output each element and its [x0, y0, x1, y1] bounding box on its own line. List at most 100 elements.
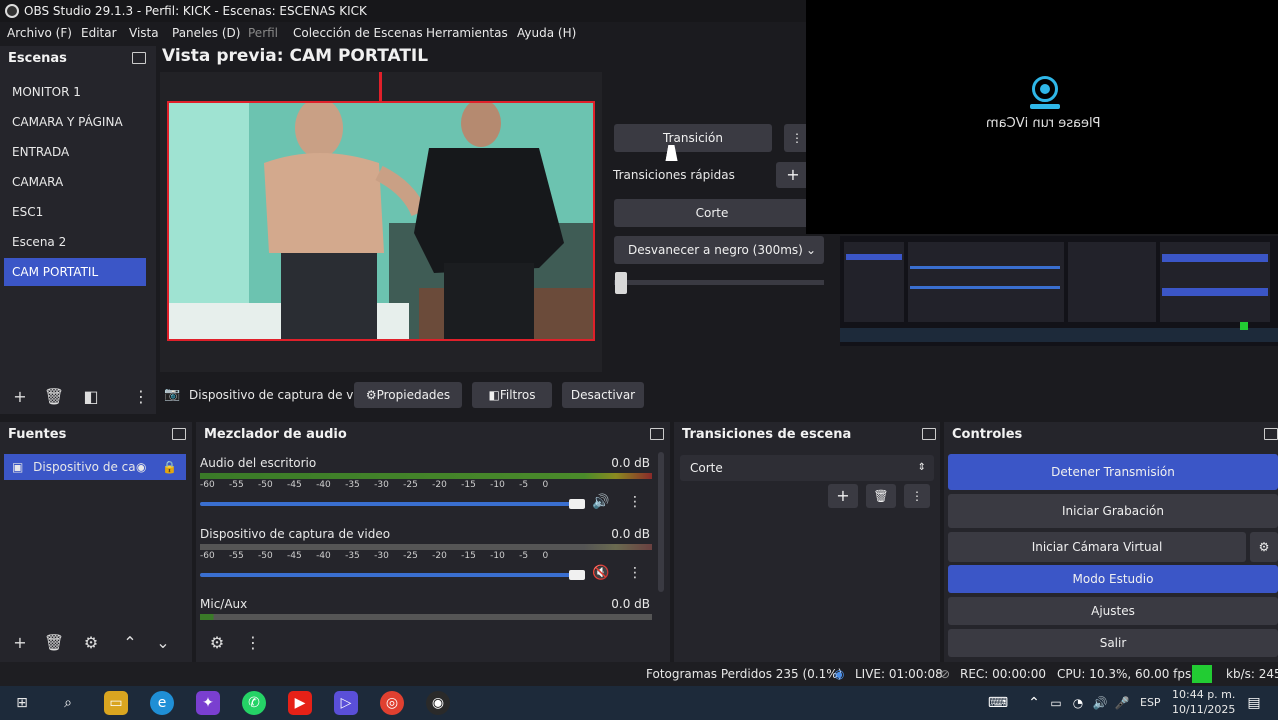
volume-slider[interactable]	[200, 573, 585, 577]
windows-start-icon[interactable]: ⊞	[10, 691, 34, 715]
speaker-muted-icon[interactable]: 🔇	[592, 565, 609, 581]
menu-editar[interactable]: Editar	[81, 22, 117, 44]
transition-select[interactable]: Corte ⇕	[680, 455, 934, 481]
app-icon[interactable]: ✦	[196, 691, 220, 715]
mixer-more-icon[interactable]: ⋮	[240, 630, 266, 656]
scene-item[interactable]: CAMARA Y PÁGINA	[4, 108, 146, 136]
settings-button[interactable]: Ajustes	[948, 597, 1278, 625]
resize-handle-top[interactable]	[379, 72, 382, 102]
audio-settings-icon[interactable]: ⚙	[204, 630, 230, 656]
scene-item-active[interactable]: CAM PORTATIL	[4, 258, 146, 286]
fade-select[interactable]: Desvanecer a negro (300ms) ⌄	[614, 236, 824, 264]
filters-button[interactable]: ◧Filtros	[472, 382, 552, 408]
quick-transitions-label: Transiciones rápidas	[613, 168, 735, 182]
status-bar: Fotogramas Perdidos 235 (0.1%) ◉ LIVE: 0…	[0, 662, 1278, 686]
file-explorer-icon[interactable]: ▭	[104, 691, 128, 715]
transition-button[interactable]: Transición	[614, 124, 772, 152]
chevron-up-icon[interactable]: ⌃	[1022, 691, 1046, 715]
delete-source-icon[interactable]: 🗑	[41, 630, 67, 656]
deactivate-button[interactable]: Desactivar	[562, 382, 644, 408]
volume-slider-handle[interactable]	[569, 570, 585, 580]
scene-item[interactable]: ENTRADA	[4, 138, 146, 166]
add-quick-transition-icon[interactable]: +	[776, 162, 810, 188]
undock-icon[interactable]	[1264, 428, 1278, 440]
obs-taskbar-icon[interactable]: ◉	[426, 691, 450, 715]
menu-vista[interactable]: Vista	[129, 22, 159, 44]
stop-stream-button[interactable]: Detener Transmisión	[948, 454, 1278, 490]
ivcam-window: Please run iVCam	[806, 0, 1278, 234]
chrome-icon[interactable]: ◎	[380, 691, 404, 715]
scene-item[interactable]: CAMARA	[4, 168, 146, 196]
speaker-icon[interactable]: 🔊	[592, 494, 609, 510]
mixer-channel: Audio del escritorio 0.0 dB -60 -55 -50 …	[200, 456, 655, 516]
transition-slider[interactable]	[614, 280, 824, 285]
window-title: OBS Studio 29.1.3 - Perfil: KICK - Escen…	[24, 4, 367, 18]
channel-db: 0.0 dB	[611, 456, 650, 470]
delete-transition-icon[interactable]: 🗑	[866, 484, 896, 508]
undock-icon[interactable]	[132, 52, 146, 64]
scene-item[interactable]: MONITOR 1	[4, 78, 146, 106]
clock-time[interactable]: 10:44 p. m.	[1172, 688, 1235, 701]
mixer-channel: Mic/Aux 0.0 dB	[200, 597, 655, 627]
language-indicator[interactable]: ESP	[1140, 696, 1161, 709]
scene-more-icon[interactable]: ⋮	[128, 384, 154, 410]
channel-name: Mic/Aux	[200, 597, 248, 611]
source-item[interactable]: ▣ Dispositivo de ca ◉ 🔒	[4, 454, 186, 480]
undock-icon[interactable]	[922, 428, 936, 440]
delete-scene-icon[interactable]: 🗑	[41, 384, 67, 410]
filters-label: Filtros	[499, 388, 536, 402]
battery-icon[interactable]: ▭	[1044, 691, 1068, 715]
scene-item[interactable]: Escena 2	[4, 228, 146, 256]
menu-ayuda[interactable]: Ayuda (H)	[517, 22, 576, 44]
eye-icon[interactable]: ◉	[136, 454, 146, 480]
youtube-icon[interactable]: ▶	[288, 691, 312, 715]
sources-title: Fuentes	[8, 427, 67, 442]
taskbar: ⊞ ⌕ ▭ e ✦ ✆ ▶ ▷ ◎ ◉ ⌨ ⌃ ▭ ◔ 🔊 🎤 ESP 10:4…	[0, 686, 1278, 720]
arrow-up-icon[interactable]: ⌃	[117, 630, 143, 656]
channel-db: 0.0 dB	[611, 597, 650, 611]
start-record-button[interactable]: Iniciar Grabación	[948, 494, 1278, 528]
scene-filter-icon[interactable]: ◧	[78, 384, 104, 410]
preview-title: Vista previa: CAM PORTATIL	[162, 46, 429, 66]
undock-icon[interactable]	[650, 428, 664, 440]
transition-slider-handle[interactable]	[615, 272, 627, 294]
whatsapp-icon[interactable]: ✆	[242, 691, 266, 715]
menu-archivo[interactable]: Archivo (F)	[7, 22, 72, 44]
undock-icon[interactable]	[172, 428, 186, 440]
arrow-down-icon[interactable]: ⌄	[150, 630, 176, 656]
studio-mode-button[interactable]: Modo Estudio	[948, 565, 1278, 593]
clock-date[interactable]: 10/11/2025	[1172, 703, 1235, 716]
cut-button[interactable]: Corte	[614, 199, 810, 227]
camera-source[interactable]	[167, 101, 595, 341]
menu-coleccion[interactable]: Colección de Escenas	[293, 22, 423, 44]
microphone-icon[interactable]: 🎤	[1110, 691, 1134, 715]
volume-slider[interactable]	[200, 502, 585, 506]
mixer-scrollbar[interactable]	[658, 452, 664, 592]
channel-more-icon[interactable]: ⋮	[628, 494, 642, 510]
camera-image	[169, 103, 593, 339]
menu-perfil[interactable]: Perfil	[248, 22, 278, 44]
search-icon[interactable]: ⌕	[56, 691, 80, 715]
lock-icon[interactable]: 🔒	[162, 454, 177, 480]
edge-icon[interactable]: e	[150, 691, 174, 715]
menu-paneles[interactable]: Paneles (D)	[172, 22, 240, 44]
keyboard-icon[interactable]: ⌨	[986, 691, 1010, 715]
network-icon[interactable]: ◔	[1066, 691, 1090, 715]
volume-icon[interactable]: 🔊	[1088, 691, 1112, 715]
add-transition-icon[interactable]: +	[828, 484, 858, 508]
start-virtual-camera-button[interactable]: Iniciar Cámara Virtual	[948, 532, 1246, 562]
scenes-title: Escenas	[8, 51, 67, 66]
media-player-icon[interactable]: ▷	[334, 691, 358, 715]
notifications-icon[interactable]: ▤	[1242, 691, 1266, 715]
scene-item[interactable]: ESC1	[4, 198, 146, 226]
exit-button[interactable]: Salir	[948, 629, 1278, 657]
add-scene-icon[interactable]: +	[7, 384, 33, 410]
add-source-icon[interactable]: +	[7, 630, 33, 656]
volume-slider-handle[interactable]	[569, 499, 585, 509]
transition-more-icon[interactable]: ⋮	[904, 484, 930, 508]
gear-icon[interactable]: ⚙	[78, 630, 104, 656]
menu-herramientas[interactable]: Herramientas	[426, 22, 508, 44]
properties-button[interactable]: ⚙Propiedades	[354, 382, 462, 408]
channel-more-icon[interactable]: ⋮	[628, 565, 642, 581]
gear-icon[interactable]: ⚙	[1250, 532, 1278, 562]
